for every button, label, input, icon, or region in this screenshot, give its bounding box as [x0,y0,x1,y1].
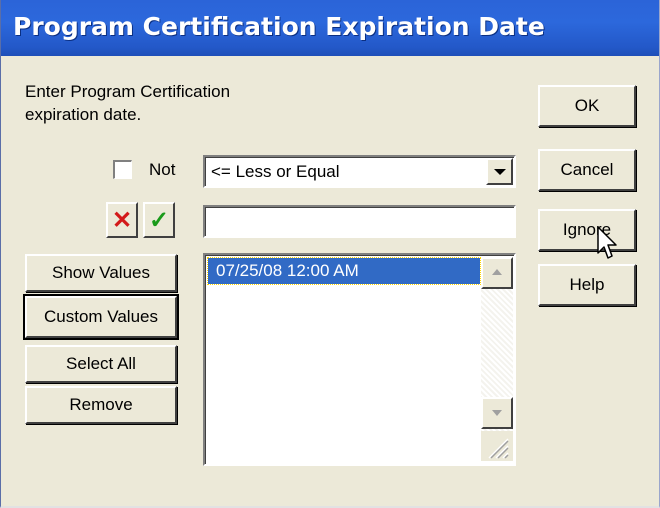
ok-button[interactable]: OK [538,85,636,127]
vertical-scrollbar[interactable] [481,257,513,461]
scroll-down-icon[interactable] [481,397,513,429]
help-button[interactable]: Help [538,264,636,306]
show-values-label: Show Values [52,263,150,282]
x-icon: ✕ [111,206,133,234]
list-item[interactable]: 07/25/08 12:00 AM [207,257,481,285]
ignore-button[interactable]: Ignore [538,209,636,251]
select-all-label: Select All [66,354,136,373]
prompt-line-1: Enter Program Certification [25,82,231,101]
select-all-button[interactable]: Select All [25,345,177,383]
value-input[interactable] [203,205,516,238]
cancel-button[interactable]: Cancel [538,149,636,191]
not-checkbox[interactable] [113,160,132,179]
prompt-line-2: expiration date. [25,105,142,124]
ok-button-label: OK [574,96,600,115]
custom-values-label: Custom Values [43,307,158,326]
not-label: Not [149,160,176,179]
accept-button[interactable]: ✓ [143,202,175,238]
dialog-title: Program Certification Expiration Date [13,12,545,41]
dialog-window: Program Certification Expiration Date En… [0,0,660,508]
clear-button[interactable]: ✕ [106,202,138,238]
title-bar[interactable]: Program Certification Expiration Date [1,0,659,56]
chevron-down-icon[interactable] [486,158,513,185]
remove-button[interactable]: Remove [25,386,177,424]
mouse-cursor-icon [597,226,619,267]
show-values-button[interactable]: Show Values [25,254,177,292]
custom-values-button[interactable]: Custom Values [23,294,179,340]
checkmark-icon: ✓ [148,206,170,234]
resize-grip-icon[interactable] [481,431,513,461]
operator-selected-value: <= Less or Equal [211,162,340,181]
prompt-text: Enter Program Certification expiration d… [25,80,325,126]
help-button-label: Help [569,275,605,294]
values-listbox[interactable]: 07/25/08 12:00 AM [203,253,516,466]
scroll-up-icon[interactable] [481,257,513,289]
cancel-button-label: Cancel [560,160,614,179]
operator-dropdown[interactable]: <= Less or Equal [203,155,516,188]
remove-label: Remove [69,395,133,414]
